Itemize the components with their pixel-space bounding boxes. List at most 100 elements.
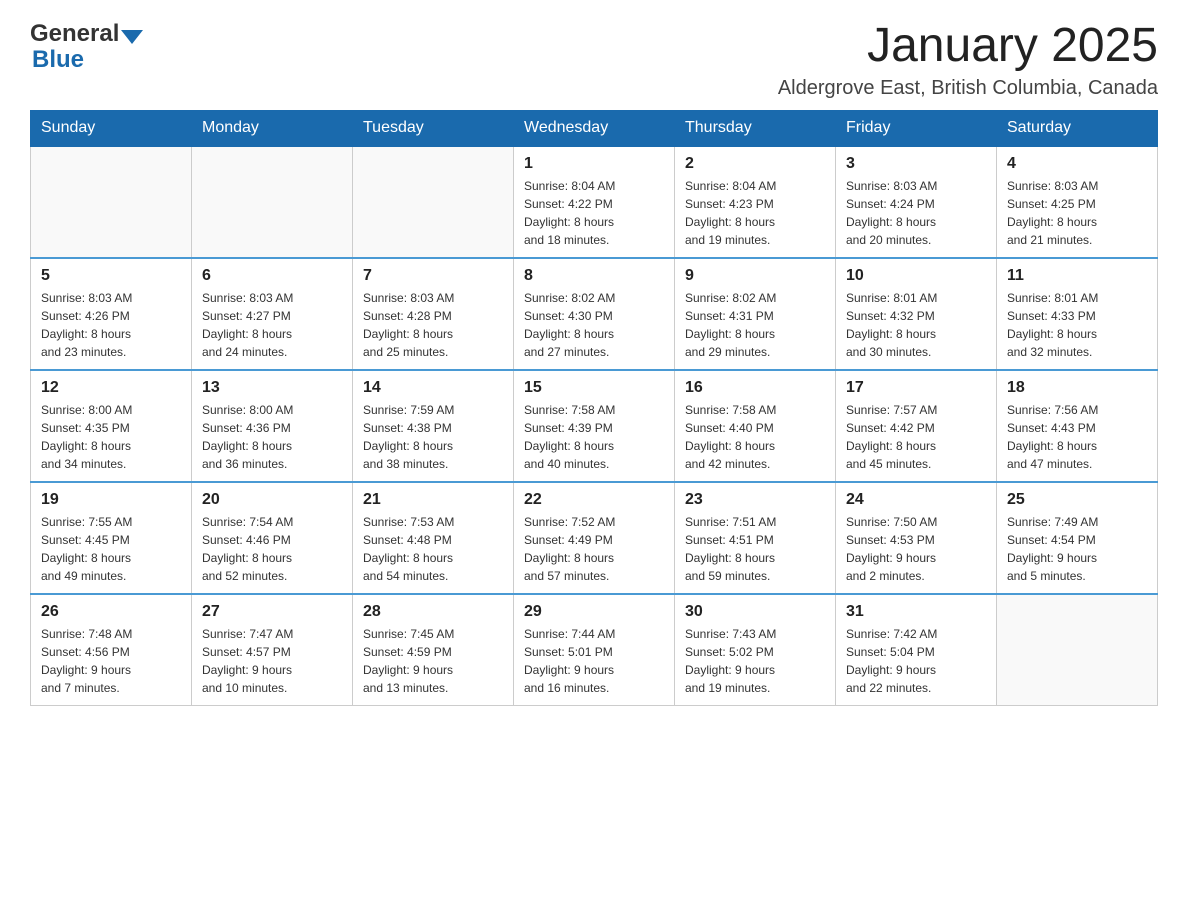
calendar-cell: 21 Sunrise: 7:53 AM Sunset: 4:48 PM Dayli…: [353, 482, 514, 594]
calendar-cell: 14Sunrise: 7:59 AM Sunset: 4:38 PM Dayli…: [353, 370, 514, 482]
day-info: Sunrise: 7:57 AM Sunset: 4:42 PM Dayligh…: [846, 401, 986, 473]
calendar-cell: 31 Sunrise: 7:42 AM Sunset: 5:04 PM Dayli…: [836, 594, 997, 706]
day-number: 1: [524, 155, 664, 173]
day-info: Sunrise: 7:48 AM Sunset: 4:56 PM Dayligh…: [41, 625, 181, 697]
calendar-day-header: Tuesday: [353, 110, 514, 146]
day-number: 3: [846, 155, 986, 173]
day-number: 30: [685, 603, 825, 621]
calendar-cell: 17Sunrise: 7:57 AM Sunset: 4:42 PM Dayli…: [836, 370, 997, 482]
day-info: Sunrise: 8:01 AM Sunset: 4:33 PM Dayligh…: [1007, 289, 1147, 361]
day-info: Sunrise: 8:03 AM Sunset: 4:28 PM Dayligh…: [363, 289, 503, 361]
calendar-cell: 18Sunrise: 7:56 AM Sunset: 4:43 PM Dayli…: [997, 370, 1158, 482]
calendar-table: SundayMondayTuesdayWednesdayThursdayFrid…: [30, 110, 1158, 706]
day-number: 20: [202, 491, 342, 509]
day-info: Sunrise: 7:51 AM Sunset: 4:51 PM Dayligh…: [685, 513, 825, 585]
logo-blue-text: Blue: [30, 46, 84, 74]
calendar-cell: 10Sunrise: 8:01 AM Sunset: 4:32 PM Dayli…: [836, 258, 997, 370]
calendar-cell: 6 Sunrise: 8:03 AM Sunset: 4:27 PM Daylig…: [192, 258, 353, 370]
location-title: Aldergrove East, British Columbia, Canad…: [778, 77, 1158, 100]
day-number: 6: [202, 267, 342, 285]
day-number: 5: [41, 267, 181, 285]
calendar-cell: 27 Sunrise: 7:47 AM Sunset: 4:57 PM Dayli…: [192, 594, 353, 706]
page-header: General Blue January 2025 Aldergrove Eas…: [30, 20, 1158, 100]
day-info: Sunrise: 8:04 AM Sunset: 4:23 PM Dayligh…: [685, 177, 825, 249]
day-number: 27: [202, 603, 342, 621]
logo: General Blue: [30, 20, 143, 74]
day-number: 14: [363, 379, 503, 397]
day-number: 7: [363, 267, 503, 285]
calendar-cell: 8Sunrise: 8:02 AM Sunset: 4:30 PM Daylig…: [514, 258, 675, 370]
calendar-week-row: 19 Sunrise: 7:55 AM Sunset: 4:45 PM Dayli…: [31, 482, 1158, 594]
day-info: Sunrise: 7:58 AM Sunset: 4:39 PM Dayligh…: [524, 401, 664, 473]
day-info: Sunrise: 8:00 AM Sunset: 4:35 PM Dayligh…: [41, 401, 181, 473]
calendar-cell: 26 Sunrise: 7:48 AM Sunset: 4:56 PM Dayli…: [31, 594, 192, 706]
day-info: Sunrise: 7:43 AM Sunset: 5:02 PM Dayligh…: [685, 625, 825, 697]
day-info: Sunrise: 8:03 AM Sunset: 4:27 PM Dayligh…: [202, 289, 342, 361]
day-number: 25: [1007, 491, 1147, 509]
title-section: January 2025 Aldergrove East, British Co…: [778, 20, 1158, 100]
day-number: 29: [524, 603, 664, 621]
calendar-cell: 24 Sunrise: 7:50 AM Sunset: 4:53 PM Dayli…: [836, 482, 997, 594]
calendar-day-header: Monday: [192, 110, 353, 146]
day-number: 4: [1007, 155, 1147, 173]
day-info: Sunrise: 7:53 AM Sunset: 4:48 PM Dayligh…: [363, 513, 503, 585]
calendar-cell: 7 Sunrise: 8:03 AM Sunset: 4:28 PM Daylig…: [353, 258, 514, 370]
calendar-week-row: 1 Sunrise: 8:04 AM Sunset: 4:22 PM Daylig…: [31, 146, 1158, 258]
calendar-cell: 15Sunrise: 7:58 AM Sunset: 4:39 PM Dayli…: [514, 370, 675, 482]
calendar-cell: [31, 146, 192, 258]
calendar-header-row: SundayMondayTuesdayWednesdayThursdayFrid…: [31, 110, 1158, 146]
day-number: 13: [202, 379, 342, 397]
calendar-cell: 30 Sunrise: 7:43 AM Sunset: 5:02 PM Dayli…: [675, 594, 836, 706]
day-number: 24: [846, 491, 986, 509]
day-info: Sunrise: 7:44 AM Sunset: 5:01 PM Dayligh…: [524, 625, 664, 697]
calendar-cell: 20 Sunrise: 7:54 AM Sunset: 4:46 PM Dayli…: [192, 482, 353, 594]
calendar-day-header: Thursday: [675, 110, 836, 146]
day-info: Sunrise: 8:01 AM Sunset: 4:32 PM Dayligh…: [846, 289, 986, 361]
day-number: 21: [363, 491, 503, 509]
calendar-week-row: 12Sunrise: 8:00 AM Sunset: 4:35 PM Dayli…: [31, 370, 1158, 482]
day-info: Sunrise: 7:45 AM Sunset: 4:59 PM Dayligh…: [363, 625, 503, 697]
day-info: Sunrise: 8:03 AM Sunset: 4:24 PM Dayligh…: [846, 177, 986, 249]
calendar-week-row: 5 Sunrise: 8:03 AM Sunset: 4:26 PM Daylig…: [31, 258, 1158, 370]
day-info: Sunrise: 7:50 AM Sunset: 4:53 PM Dayligh…: [846, 513, 986, 585]
day-info: Sunrise: 7:58 AM Sunset: 4:40 PM Dayligh…: [685, 401, 825, 473]
calendar-cell: 23 Sunrise: 7:51 AM Sunset: 4:51 PM Dayli…: [675, 482, 836, 594]
day-info: Sunrise: 8:02 AM Sunset: 4:30 PM Dayligh…: [524, 289, 664, 361]
calendar-day-header: Friday: [836, 110, 997, 146]
calendar-cell: 1 Sunrise: 8:04 AM Sunset: 4:22 PM Daylig…: [514, 146, 675, 258]
day-number: 22: [524, 491, 664, 509]
day-number: 19: [41, 491, 181, 509]
calendar-cell: [997, 594, 1158, 706]
calendar-cell: 5 Sunrise: 8:03 AM Sunset: 4:26 PM Daylig…: [31, 258, 192, 370]
day-number: 26: [41, 603, 181, 621]
calendar-cell: 9Sunrise: 8:02 AM Sunset: 4:31 PM Daylig…: [675, 258, 836, 370]
day-info: Sunrise: 7:55 AM Sunset: 4:45 PM Dayligh…: [41, 513, 181, 585]
calendar-cell: 29 Sunrise: 7:44 AM Sunset: 5:01 PM Dayli…: [514, 594, 675, 706]
day-info: Sunrise: 8:04 AM Sunset: 4:22 PM Dayligh…: [524, 177, 664, 249]
calendar-cell: [192, 146, 353, 258]
day-number: 16: [685, 379, 825, 397]
calendar-cell: 12Sunrise: 8:00 AM Sunset: 4:35 PM Dayli…: [31, 370, 192, 482]
calendar-day-header: Saturday: [997, 110, 1158, 146]
day-info: Sunrise: 7:47 AM Sunset: 4:57 PM Dayligh…: [202, 625, 342, 697]
calendar-day-header: Wednesday: [514, 110, 675, 146]
day-info: Sunrise: 8:03 AM Sunset: 4:25 PM Dayligh…: [1007, 177, 1147, 249]
day-info: Sunrise: 7:49 AM Sunset: 4:54 PM Dayligh…: [1007, 513, 1147, 585]
calendar-cell: 25 Sunrise: 7:49 AM Sunset: 4:54 PM Dayli…: [997, 482, 1158, 594]
day-info: Sunrise: 7:54 AM Sunset: 4:46 PM Dayligh…: [202, 513, 342, 585]
calendar-cell: 13Sunrise: 8:00 AM Sunset: 4:36 PM Dayli…: [192, 370, 353, 482]
day-info: Sunrise: 7:42 AM Sunset: 5:04 PM Dayligh…: [846, 625, 986, 697]
day-number: 9: [685, 267, 825, 285]
day-info: Sunrise: 8:03 AM Sunset: 4:26 PM Dayligh…: [41, 289, 181, 361]
logo-general-text: General: [30, 20, 119, 48]
day-number: 31: [846, 603, 986, 621]
calendar-cell: 28Sunrise: 7:45 AM Sunset: 4:59 PM Dayli…: [353, 594, 514, 706]
day-number: 23: [685, 491, 825, 509]
calendar-cell: 2 Sunrise: 8:04 AM Sunset: 4:23 PM Daylig…: [675, 146, 836, 258]
day-info: Sunrise: 7:52 AM Sunset: 4:49 PM Dayligh…: [524, 513, 664, 585]
day-number: 11: [1007, 267, 1147, 285]
calendar-cell: 4 Sunrise: 8:03 AM Sunset: 4:25 PM Daylig…: [997, 146, 1158, 258]
calendar-cell: 22 Sunrise: 7:52 AM Sunset: 4:49 PM Dayli…: [514, 482, 675, 594]
logo-arrow-icon: [121, 30, 143, 44]
day-number: 2: [685, 155, 825, 173]
